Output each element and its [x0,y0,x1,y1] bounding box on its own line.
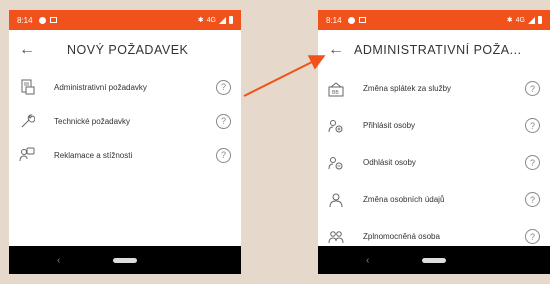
app-bar: ← NOVÝ POŽADAVEK [9,30,241,70]
status-time: 8:14 [326,15,342,25]
status-time: 8:14 [17,15,33,25]
document-icon [19,79,35,95]
nav-back-icon[interactable]: ‹ [366,255,369,266]
bluetooth-icon: ✱ [197,17,204,24]
list-item-administrative[interactable]: Administrativní požadavky ? [9,70,241,104]
list-item-payment-change[interactable]: BB Změna splátek za služby ? [318,70,550,107]
status-bar: 8:14 ✱ 4G [318,10,550,30]
notification-icon [358,17,366,23]
app-bar: ← ADMINISTRATIVNÍ POŽA... [318,30,550,70]
help-icon[interactable]: ? [525,118,540,133]
help-icon[interactable]: ? [216,147,231,163]
person-icon [328,192,344,208]
battery-icon [538,16,542,24]
list-item-label: Změna splátek za služby [363,84,452,93]
person-add-icon [328,118,344,134]
battery-icon [229,16,233,24]
list-item-personal-data-change[interactable]: Změna osobních údajů ? [318,181,550,218]
notification-icon [38,16,46,24]
signal-icon [219,16,226,24]
list-item-label: Zplnomocněná osoba [363,232,440,241]
list-item-label: Reklamace a stížnosti [54,150,133,160]
list-item-label: Technické požadavky [54,116,131,126]
payment-icon: BB [328,81,344,97]
signal-icon [528,16,535,24]
page-title: NOVÝ POŽADAVEK [67,43,189,57]
wrench-icon [19,113,35,129]
help-icon[interactable]: ? [216,113,231,129]
network-type: 4G [206,16,216,24]
list-item-register-persons[interactable]: Přihlásit osoby ? [318,107,550,144]
nav-back-icon[interactable]: ‹ [57,255,60,266]
help-icon[interactable]: ? [525,81,540,96]
system-nav-bar: ‹ [9,246,241,274]
list-item-label: Odhlásit osoby [363,158,416,167]
notification-icon [49,17,57,23]
system-nav-bar: ‹ [318,246,550,274]
help-icon[interactable]: ? [525,155,540,170]
help-icon[interactable]: ? [525,229,540,244]
help-icon[interactable]: ? [216,79,231,95]
network-type: 4G [515,16,525,24]
list-item-label: Administrativní požadavky [54,82,147,92]
request-category-list: Administrativní požadavky ? Technické po… [9,70,241,172]
list-item-label: Přihlásit osoby [363,121,416,130]
phone-screen-new-request: 8:14 ✱ 4G ← NOVÝ POŽADAVEK Administrativ… [9,10,241,274]
list-item-unregister-persons[interactable]: Odhlásit osoby ? [318,144,550,181]
list-item-label: Změna osobních údajů [363,195,445,204]
status-bar: 8:14 ✱ 4G [9,10,241,30]
help-icon[interactable]: ? [525,192,540,207]
person-remove-icon [328,155,344,171]
bluetooth-icon: ✱ [506,17,513,24]
list-item-technical[interactable]: Technické požadavky ? [9,104,241,138]
svg-text:BB: BB [332,90,339,96]
back-arrow-icon[interactable]: ← [19,41,39,59]
persons-icon [328,229,344,245]
nav-home-icon[interactable] [422,257,446,263]
notification-icon [347,16,355,24]
back-arrow-icon[interactable]: ← [328,41,348,59]
phone-screen-administrative: 8:14 ✱ 4G ← ADMINISTRATIVNÍ POŽA... BB Z… [318,10,550,274]
page-title: ADMINISTRATIVNÍ POŽA... [354,43,522,57]
administrative-request-list: BB Změna splátek za služby ? Přihlásit o… [318,70,550,255]
list-item-complaints[interactable]: Reklamace a stížnosti ? [9,138,241,172]
nav-home-icon[interactable] [113,257,137,263]
complaint-icon [19,147,35,163]
